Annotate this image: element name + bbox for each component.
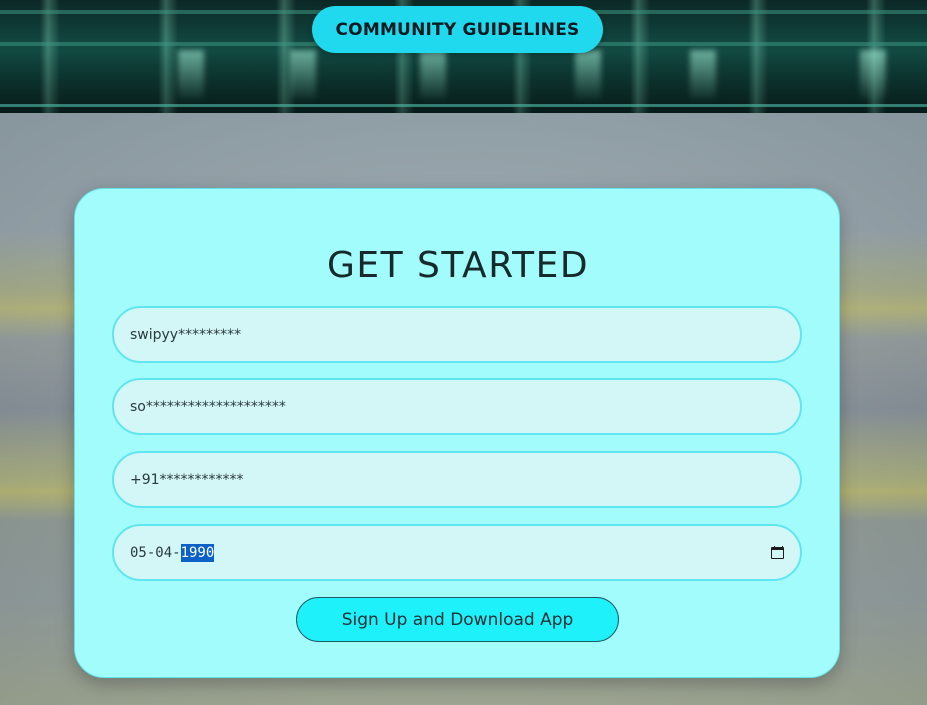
date-of-birth-field[interactable]: 05-04- 1990: [112, 524, 802, 581]
banner-light: [178, 50, 204, 100]
date-year-selected[interactable]: 1990: [180, 543, 215, 562]
page-title: GET STARTED: [326, 245, 590, 286]
banner-light: [290, 50, 316, 100]
date-day-month[interactable]: 05-04-: [130, 545, 181, 561]
banner-light: [420, 50, 446, 100]
calendar-icon[interactable]: [771, 546, 784, 559]
date-of-birth-value[interactable]: 05-04- 1990: [130, 543, 215, 562]
email-field[interactable]: [112, 378, 802, 435]
username-input[interactable]: [130, 326, 784, 343]
banner-light: [690, 50, 716, 100]
banner-light: [575, 50, 601, 100]
phone-input[interactable]: [130, 471, 784, 488]
sign-up-button[interactable]: Sign Up and Download App: [296, 597, 619, 642]
email-input[interactable]: [130, 398, 784, 415]
username-field[interactable]: [112, 306, 802, 363]
community-guidelines-button[interactable]: COMMUNITY GUIDELINES: [312, 6, 603, 53]
signup-card: GET STARTED 05-04-1990 Sign Up and Downl…: [74, 188, 840, 678]
phone-field[interactable]: [112, 451, 802, 508]
banner-decoration: [0, 104, 927, 107]
banner-light: [860, 50, 886, 100]
